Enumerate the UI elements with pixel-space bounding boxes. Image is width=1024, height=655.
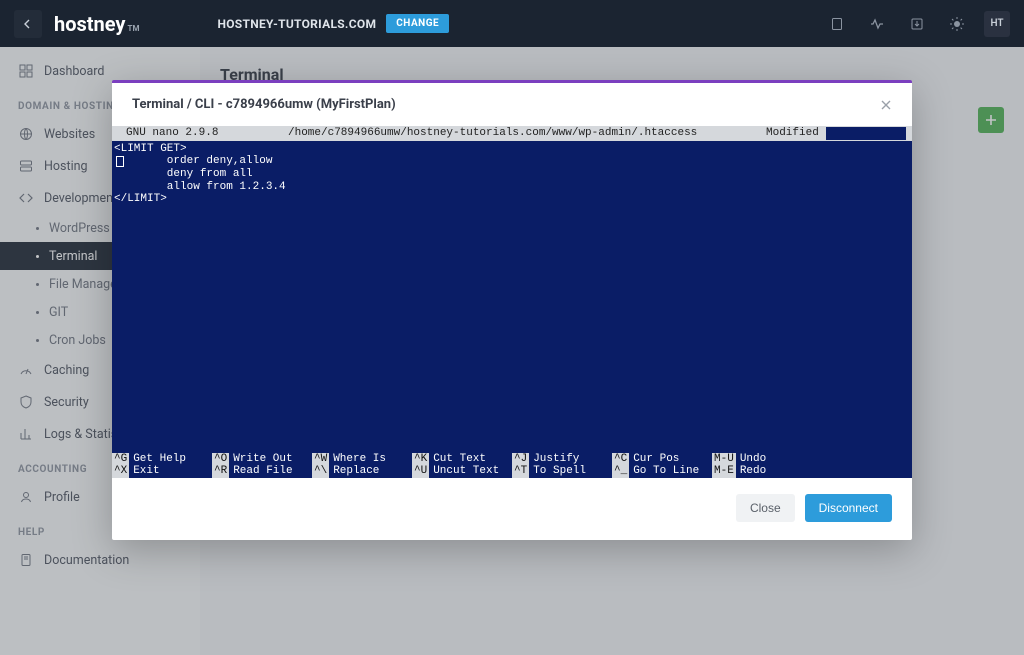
- shortcut-label: Write Out: [229, 453, 312, 466]
- close-icon: [880, 99, 892, 111]
- terminal-shortcut: M-ERedo: [712, 465, 812, 478]
- shortcut-key: ^\: [312, 465, 329, 478]
- shortcut-label: Uncut Text: [429, 465, 512, 478]
- terminal-shortcut: ^OWrite Out: [212, 453, 312, 466]
- shortcut-label: To Spell: [529, 465, 612, 478]
- shortcut-label: Exit: [129, 465, 212, 478]
- change-domain-button[interactable]: CHANGE: [386, 14, 449, 33]
- terminal-shortcut: ^\Replace: [312, 465, 412, 478]
- doc-icon[interactable]: [824, 11, 850, 37]
- terminal-shortcut: ^UUncut Text: [412, 465, 512, 478]
- brand-text: hostney: [54, 12, 125, 36]
- terminal-shortcut: ^TTo Spell: [512, 465, 612, 478]
- terminal-shortcut: M-UUndo: [712, 453, 812, 466]
- shortcut-label: Read File: [229, 465, 312, 478]
- modal-header: Terminal / CLI - c7894966umw (MyFirstPla…: [112, 83, 912, 126]
- terminal[interactable]: GNU nano 2.9.8 /home/c7894966umw/hostney…: [112, 126, 912, 478]
- topbar: hostney TM HOSTNEY-TUTORIALS.COM CHANGE …: [0, 0, 1024, 47]
- shortcut-key: ^J: [512, 453, 529, 466]
- chevron-left-icon: [23, 19, 33, 29]
- terminal-shortcut: ^JJustify: [512, 453, 612, 466]
- shortcut-key: ^G: [112, 453, 129, 466]
- terminal-shortcut: ^XExit: [112, 465, 212, 478]
- shortcut-key: ^R: [212, 465, 229, 478]
- terminal-editor-name: GNU nano 2.9.8: [118, 127, 288, 140]
- brand-tm: TM: [127, 24, 139, 33]
- shortcut-key: ^X: [112, 465, 129, 478]
- topbar-right: HT: [824, 11, 1010, 37]
- shortcut-key: ^U: [412, 465, 429, 478]
- shortcut-key: M-U: [712, 453, 736, 466]
- terminal-shortcut: ^GGet Help: [112, 453, 212, 466]
- shortcut-key: ^O: [212, 453, 229, 466]
- terminal-status-bar: GNU nano 2.9.8 /home/c7894966umw/hostney…: [112, 126, 912, 141]
- terminal-shortcut: ^WWhere Is: [312, 453, 412, 466]
- brand-logo[interactable]: hostney TM: [54, 12, 139, 36]
- terminal-shortcut: [812, 453, 912, 466]
- terminal-modified-status: Modified: [766, 127, 826, 140]
- shortcut-label: Go To Line: [629, 465, 712, 478]
- shortcut-key: ^T: [512, 465, 529, 478]
- close-button[interactable]: Close: [736, 494, 795, 522]
- shortcut-label: Where Is: [329, 453, 412, 466]
- shortcut-label: Replace: [329, 465, 412, 478]
- shortcut-key: ^_: [612, 465, 629, 478]
- shortcut-label: Undo: [736, 453, 812, 466]
- terminal-shortcut: ^CCur Pos: [612, 453, 712, 466]
- disconnect-button[interactable]: Disconnect: [805, 494, 892, 522]
- terminal-modal: Terminal / CLI - c7894966umw (MyFirstPla…: [112, 80, 912, 540]
- shortcut-label: Get Help: [129, 453, 212, 466]
- terminal-shortcut: ^KCut Text: [412, 453, 512, 466]
- shortcut-label: Justify: [529, 453, 612, 466]
- terminal-body[interactable]: <LIMIT GET> order deny,allow deny from a…: [112, 141, 912, 453]
- avatar[interactable]: HT: [984, 11, 1010, 37]
- terminal-shortcut: ^RRead File: [212, 465, 312, 478]
- modal-title: Terminal / CLI - c7894966umw (MyFirstPla…: [132, 97, 396, 112]
- shortcut-label: Redo: [736, 465, 812, 478]
- terminal-shortcut: ^_Go To Line: [612, 465, 712, 478]
- shortcut-label: Cut Text: [429, 453, 512, 466]
- current-domain: HOSTNEY-TUTORIALS.COM: [217, 17, 376, 31]
- shortcut-label: Cur Pos: [629, 453, 712, 466]
- shortcut-key: ^W: [312, 453, 329, 466]
- activity-icon[interactable]: [864, 11, 890, 37]
- theme-icon[interactable]: [944, 11, 970, 37]
- modal-actions: Close Disconnect: [112, 478, 912, 540]
- shortcut-key: M-E: [712, 465, 736, 478]
- shortcut-key: ^K: [412, 453, 429, 466]
- terminal-shortcut-bar: ^GGet Help^OWrite Out^WWhere Is^KCut Tex…: [112, 453, 912, 478]
- shortcut-key: ^C: [612, 453, 629, 466]
- terminal-file-path: /home/c7894966umw/hostney-tutorials.com/…: [288, 127, 766, 140]
- export-icon[interactable]: [904, 11, 930, 37]
- back-button[interactable]: [14, 10, 42, 38]
- modal-close-button[interactable]: [880, 99, 892, 111]
- terminal-shortcut: [812, 465, 912, 478]
- terminal-cursor: [116, 156, 124, 167]
